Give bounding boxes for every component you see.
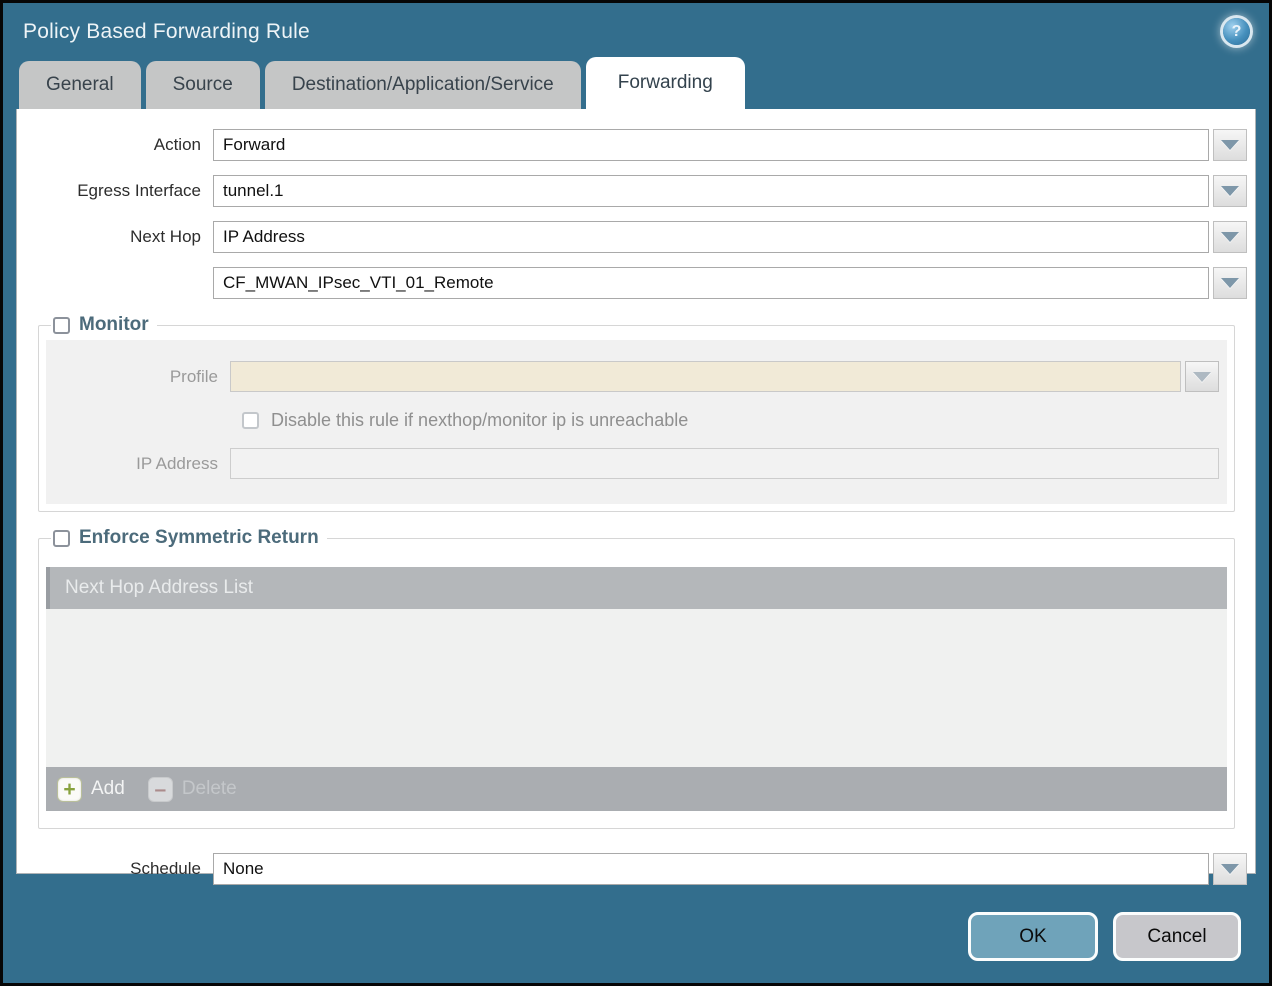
enforce-symmetric-return-legend: Enforce Symmetric Return xyxy=(51,527,327,549)
add-button[interactable]: Add xyxy=(91,778,125,800)
profile-label: Profile xyxy=(46,367,230,387)
monitor-groupbox: Monitor Profile Disable this rule if nex… xyxy=(38,325,1235,512)
action-dropdown-button[interactable] xyxy=(1213,129,1247,161)
next-hop-address-list-toolbar: + Add – Delete xyxy=(46,767,1227,811)
policy-based-forwarding-rule-dialog: Policy Based Forwarding Rule ? General S… xyxy=(0,0,1272,986)
profile-dropdown-button xyxy=(1185,361,1219,392)
next-hop-address-row: CF_MWAN_IPsec_VTI_01_Remote xyxy=(17,267,1255,299)
profile-row: Profile xyxy=(46,361,1227,392)
action-label: Action xyxy=(17,135,213,155)
action-select[interactable]: Forward xyxy=(213,129,1209,161)
egress-interface-select[interactable]: tunnel.1 xyxy=(213,175,1209,207)
enforce-symmetric-return-groupbox: Enforce Symmetric Return Next Hop Addres… xyxy=(38,538,1235,829)
next-hop-row: Next Hop IP Address xyxy=(17,221,1255,253)
tab-forwarding-label: Forwarding xyxy=(618,72,713,93)
ok-button[interactable]: OK xyxy=(968,912,1098,961)
plus-icon[interactable]: + xyxy=(57,777,82,802)
next-hop-dropdown-button[interactable] xyxy=(1213,221,1247,253)
disable-rule-row: Disable this rule if nexthop/monitor ip … xyxy=(242,405,1227,435)
cancel-button[interactable]: Cancel xyxy=(1113,912,1241,961)
schedule-label: Schedule xyxy=(17,859,213,879)
egress-interface-dropdown-button[interactable] xyxy=(1213,175,1247,207)
monitor-ip-address-row: IP Address xyxy=(46,448,1227,479)
schedule-row: Schedule None xyxy=(17,853,1255,885)
chevron-down-icon xyxy=(1221,140,1239,150)
minus-icon: – xyxy=(148,777,173,802)
help-icon[interactable]: ? xyxy=(1223,18,1250,45)
next-hop-address-list-header: Next Hop Address List xyxy=(46,567,1227,609)
next-hop-address-list-body xyxy=(46,609,1227,767)
chevron-down-icon xyxy=(1221,232,1239,242)
chevron-down-icon xyxy=(1221,186,1239,196)
monitor-ip-address-input xyxy=(230,448,1219,479)
action-row: Action Forward xyxy=(17,129,1255,161)
monitor-ip-address-label: IP Address xyxy=(46,454,230,474)
chevron-down-icon xyxy=(1193,372,1211,382)
tab-source-label: Source xyxy=(173,74,233,95)
next-hop-address-dropdown-button[interactable] xyxy=(1213,267,1247,299)
monitor-checkbox[interactable] xyxy=(53,317,70,334)
enforce-symmetric-return-legend-label: Enforce Symmetric Return xyxy=(79,527,319,549)
chevron-down-icon xyxy=(1221,278,1239,288)
delete-button: Delete xyxy=(182,778,237,800)
next-hop-address-select[interactable]: CF_MWAN_IPsec_VTI_01_Remote xyxy=(213,267,1209,299)
dialog-title-bar: Policy Based Forwarding Rule ? xyxy=(3,3,1269,57)
next-hop-label: Next Hop xyxy=(17,227,213,247)
next-hop-address-list-table: Next Hop Address List + Add – Delete xyxy=(46,567,1227,811)
tab-general-label: General xyxy=(46,74,114,95)
enforce-symmetric-return-checkbox[interactable] xyxy=(53,530,70,547)
dialog-footer: OK Cancel xyxy=(968,912,1241,961)
schedule-dropdown-button[interactable] xyxy=(1213,853,1247,885)
egress-interface-row: Egress Interface tunnel.1 xyxy=(17,175,1255,207)
chevron-down-icon xyxy=(1221,864,1239,874)
profile-select xyxy=(230,361,1181,392)
schedule-select[interactable]: None xyxy=(213,853,1209,885)
tab-source[interactable]: Source xyxy=(146,61,260,109)
monitor-legend: Monitor xyxy=(51,314,157,336)
egress-interface-label: Egress Interface xyxy=(17,181,213,201)
tab-bar: General Source Destination/Application/S… xyxy=(19,57,1269,109)
next-hop-address-list-header-label: Next Hop Address List xyxy=(65,577,253,599)
disable-rule-checkbox xyxy=(242,412,259,429)
tab-general[interactable]: General xyxy=(19,61,141,109)
disable-rule-label: Disable this rule if nexthop/monitor ip … xyxy=(271,410,688,431)
monitor-legend-label: Monitor xyxy=(79,314,149,336)
forwarding-tab-panel: Action Forward Egress Interface tunnel.1… xyxy=(16,109,1256,874)
tab-destination-application-service-label: Destination/Application/Service xyxy=(292,74,554,95)
next-hop-select[interactable]: IP Address xyxy=(213,221,1209,253)
tab-forwarding[interactable]: Forwarding xyxy=(586,57,745,109)
dialog-title: Policy Based Forwarding Rule xyxy=(23,20,310,44)
monitor-body: Profile Disable this rule if nexthop/mon… xyxy=(46,340,1227,504)
tab-destination-application-service[interactable]: Destination/Application/Service xyxy=(265,61,581,109)
